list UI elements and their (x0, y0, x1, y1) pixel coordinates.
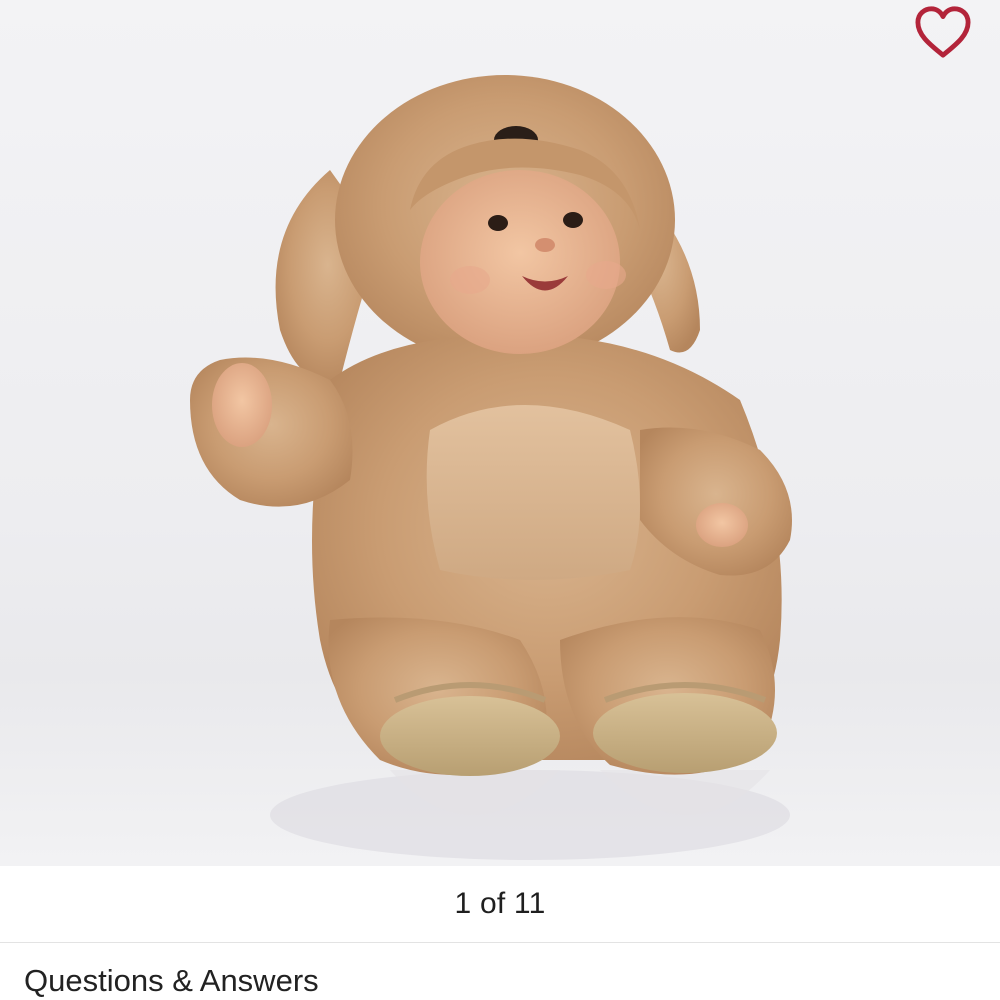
image-pager: 1 of 11 (0, 866, 1000, 943)
questions-and-answers-heading: Questions & Answers (24, 963, 319, 998)
costume-photo-illustration (190, 75, 792, 860)
image-counter: 1 of 11 (454, 887, 546, 920)
product-image[interactable] (0, 0, 1000, 866)
questions-and-answers-section[interactable]: Questions & Answers (0, 943, 1000, 1000)
heart-outline-icon (915, 6, 971, 58)
product-page: 1 of 11 Questions & Answers (0, 0, 1000, 1000)
favorite-button[interactable] (912, 4, 984, 76)
